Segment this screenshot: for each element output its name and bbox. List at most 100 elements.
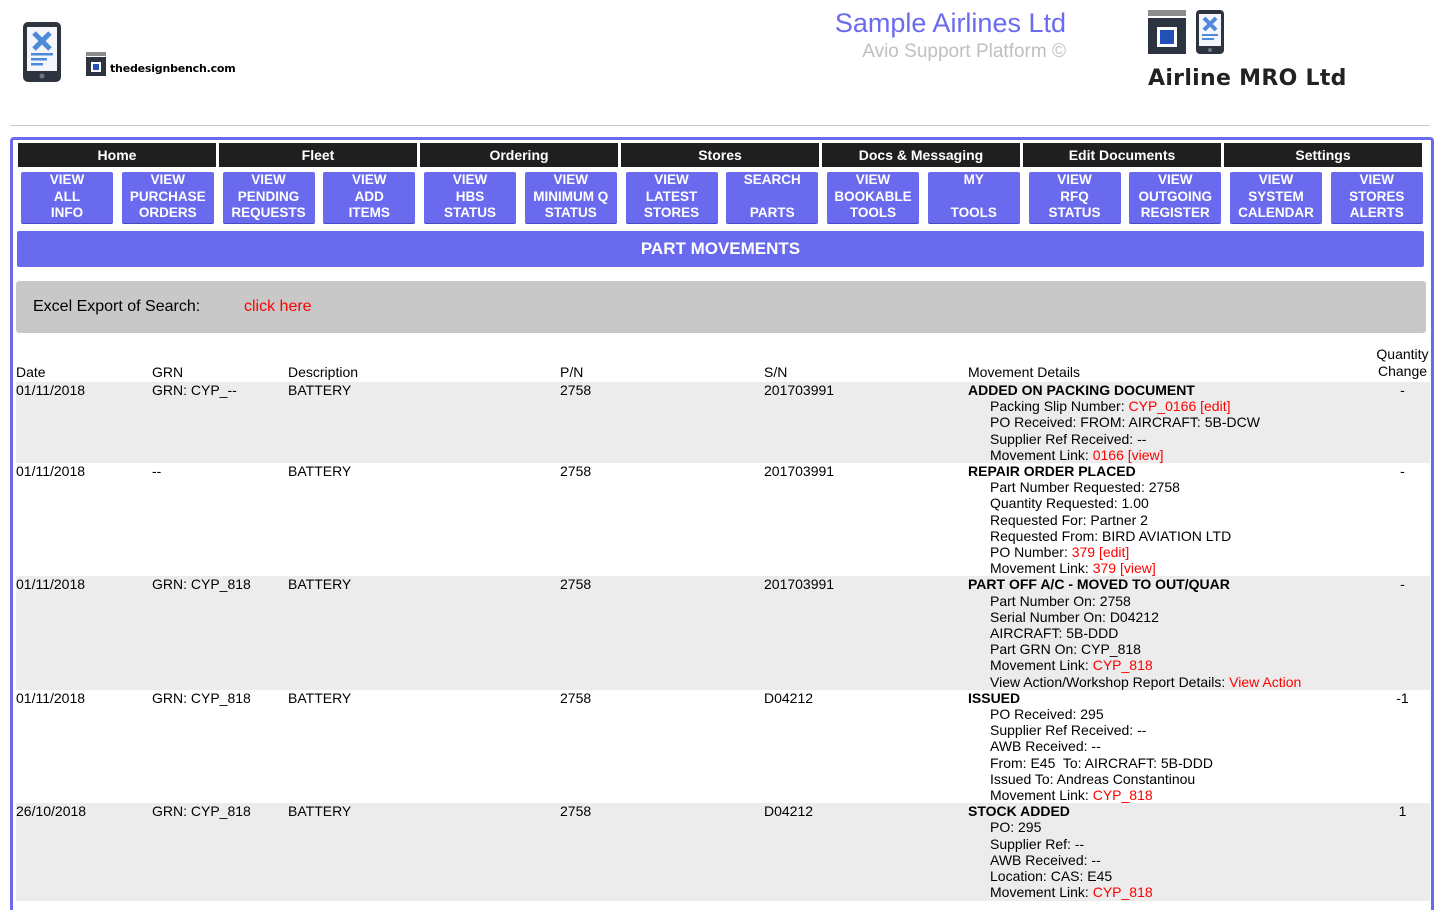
cell-grn: GRN: CYP_-- — [152, 382, 288, 464]
movement-detail-link[interactable]: CYP_818 — [1093, 657, 1153, 673]
col-movement-details: Movement Details — [968, 364, 1081, 380]
nav-button-5[interactable]: VIEW MINIMUM Q STATUS — [524, 172, 617, 223]
nav-button-label-line: ALERTS — [1349, 205, 1404, 220]
movement-detail-line: Serial Number On: D04212 — [968, 609, 1375, 625]
nav-button-11[interactable]: VIEW OUTGOING REGISTER — [1129, 172, 1222, 223]
nav-button-label-line: PURCHASE — [129, 188, 206, 204]
movement-detail-line: Supplier Ref Received: -- — [968, 431, 1375, 447]
movement-detail-line: Supplier Ref Received: -- — [968, 722, 1375, 738]
nav-category-6[interactable]: Settings — [1224, 143, 1422, 167]
nav-category-1[interactable]: Fleet — [219, 143, 417, 167]
movement-detail-line: Requested From: BIRD AVIATION LTD — [968, 528, 1375, 544]
movement-detail-text: Location: CAS: E45 — [990, 868, 1113, 885]
movement-title: PART OFF A/C - MOVED TO OUT/QUAR — [968, 576, 1230, 593]
movement-detail-link[interactable]: CYP_0166 [edit] — [1129, 398, 1231, 414]
app-title-block: Sample Airlines Ltd Avio Support Platfor… — [835, 6, 1066, 64]
nav-button-2[interactable]: VIEW PENDING REQUESTS — [222, 172, 315, 223]
export-label: Excel Export of Search: — [33, 298, 201, 315]
cell-sn: 201703991 — [764, 576, 968, 690]
nav-button-4[interactable]: VIEW HBS STATUS — [424, 172, 516, 223]
movements-table: Date GRN Description P/N S/N Movement De… — [16, 343, 1430, 901]
cell-pn: 2758 — [560, 803, 764, 901]
movement-detail-link[interactable]: 379 [edit] — [1072, 544, 1130, 560]
cell-description: BATTERY — [288, 803, 560, 901]
cell-sn: 201703991 — [764, 463, 835, 480]
movement-detail-line: Part Number Requested: 2758 — [968, 479, 1375, 495]
movement-detail-text: Part Number On: 2758 — [990, 592, 1131, 609]
designbench-logo-text: thedesignbench.com — [110, 62, 236, 75]
nav-button-label-line: VIEW — [855, 172, 891, 187]
cell-movement-details: REPAIR ORDER PLACED Part Number Requested… — [968, 463, 1375, 576]
cell-date: 26/10/2018 — [16, 803, 152, 901]
col-date: Date — [16, 364, 46, 380]
nav-button-1[interactable]: VIEW PURCHASE ORDERS — [121, 172, 214, 223]
nav-category-3[interactable]: Stores — [621, 143, 819, 167]
nav-button-label-line: BOOKABLE — [834, 188, 912, 204]
nav-button-6[interactable]: VIEW LATEST STORES — [625, 172, 718, 223]
nav-button-label-line: STATUS — [544, 205, 597, 220]
nav-button-label-line: ALL — [53, 188, 81, 204]
movement-detail-line: PO: 295 — [968, 819, 1375, 835]
cell-pn: 2758 — [560, 463, 592, 480]
movement-detail-link[interactable]: 379 [view] — [1093, 560, 1156, 576]
cell-quantity-change: - — [1375, 576, 1430, 690]
nav-button-8[interactable]: VIEW BOOKABLE TOOLS — [827, 172, 919, 223]
movement-detail-line: AWB Received: -- — [968, 852, 1375, 868]
col-description: Description — [288, 364, 359, 380]
page-header: thedesignbench.com Sample Airlines Ltd A… — [10, 0, 1430, 126]
mro-logo-icons — [1148, 10, 1228, 54]
nav-button-label-line: VIEW — [49, 172, 85, 187]
nav-button-9[interactable]: MY TOOLS — [927, 172, 1020, 223]
nav-category-0[interactable]: Home — [18, 143, 216, 167]
cell-sn: 201703991 — [764, 382, 968, 464]
cell-quantity-change: - — [1400, 463, 1405, 480]
movement-detail-text: PO Received: FROM: AIRCRAFT: 5B-DCW — [990, 414, 1260, 431]
movement-detail-line: Movement Link: CYP_818 — [968, 657, 1375, 673]
nav-button-12[interactable]: VIEW SYSTEM CALENDAR — [1230, 172, 1322, 223]
nav-button-label-line: PARTS — [749, 205, 795, 220]
movement-detail-text: Movement Link: — [990, 657, 1093, 674]
nav-buttons: VIEW ALL INFO VIEW PURCHASE ORDERS VIEW PENDING… — [21, 172, 1432, 223]
nav-button-label-line: VIEW — [654, 172, 689, 187]
mro-box-icon — [1148, 10, 1186, 54]
movement-detail-text: Supplier Ref: -- — [990, 835, 1085, 852]
nav-category-4[interactable]: Docs & Messaging — [822, 143, 1020, 167]
movement-detail-line: Part GRN On: CYP_818 — [968, 641, 1375, 657]
movement-detail-text: Part Number Requested: 2758 — [990, 479, 1180, 496]
movement-detail-line: PO Received: FROM: AIRCRAFT: 5B-DCW — [968, 414, 1375, 430]
movement-detail-line: Issued To: Andreas Constantinou — [968, 771, 1375, 787]
cell-grn: GRN: CYP_818 — [152, 803, 288, 901]
movement-detail-line: View Action/Workshop Report Details: Vie… — [968, 674, 1375, 690]
cell-quantity-change: - — [1375, 382, 1430, 464]
movement-detail-link[interactable]: View Action — [1229, 674, 1301, 690]
movement-detail-text: Part GRN On: CYP_818 — [990, 641, 1141, 658]
movement-detail-text: From: E45 To: AIRCRAFT: 5B-DDD — [990, 754, 1214, 771]
nav-button-7[interactable]: SEARCH PARTS — [726, 172, 819, 223]
movement-detail-text: PO Number: — [990, 544, 1072, 561]
nav-category-5[interactable]: Edit Documents — [1023, 143, 1221, 167]
nav-button-13[interactable]: VIEW STORES ALERTS — [1330, 172, 1423, 223]
app-subtitle: Avio Support Platform © — [862, 41, 1066, 62]
nav-category-2[interactable]: Ordering — [420, 143, 618, 167]
nav-button-label-line: STATUS — [1048, 205, 1101, 220]
export-link[interactable]: click here — [244, 281, 312, 333]
cell-quantity-change: -1 — [1396, 689, 1409, 706]
movement-detail-link[interactable]: CYP_818 — [1093, 787, 1153, 803]
cell-pn: 2758 — [560, 382, 764, 464]
movement-detail-link[interactable]: CYP_818 — [1093, 884, 1153, 900]
cell-sn: D04212 — [764, 803, 968, 901]
nav-button-10[interactable]: VIEW RFQ STATUS — [1028, 172, 1121, 223]
movement-detail-line: Part Number On: 2758 — [968, 593, 1375, 609]
designbench-logo: thedesignbench.com — [86, 52, 236, 76]
cell-date: 01/11/2018 — [16, 463, 86, 480]
nav-button-label-line: VIEW — [251, 172, 286, 187]
movement-detail-link[interactable]: 0166 [view] — [1093, 447, 1164, 463]
cell-movement-details: ADDED ON PACKING DOCUMENT Packing Slip Nu… — [968, 382, 1375, 464]
nav-button-label-line: VIEW — [452, 172, 488, 187]
cell-pn: 2758 — [560, 576, 764, 690]
movement-detail-line: Movement Link: CYP_818 — [968, 787, 1375, 803]
col-grn: GRN — [152, 364, 184, 380]
nav-button-3[interactable]: VIEW ADD ITEMS — [323, 172, 416, 223]
nav-button-0[interactable]: VIEW ALL INFO — [21, 172, 113, 223]
movement-detail-text: Supplier Ref Received: -- — [990, 430, 1147, 447]
